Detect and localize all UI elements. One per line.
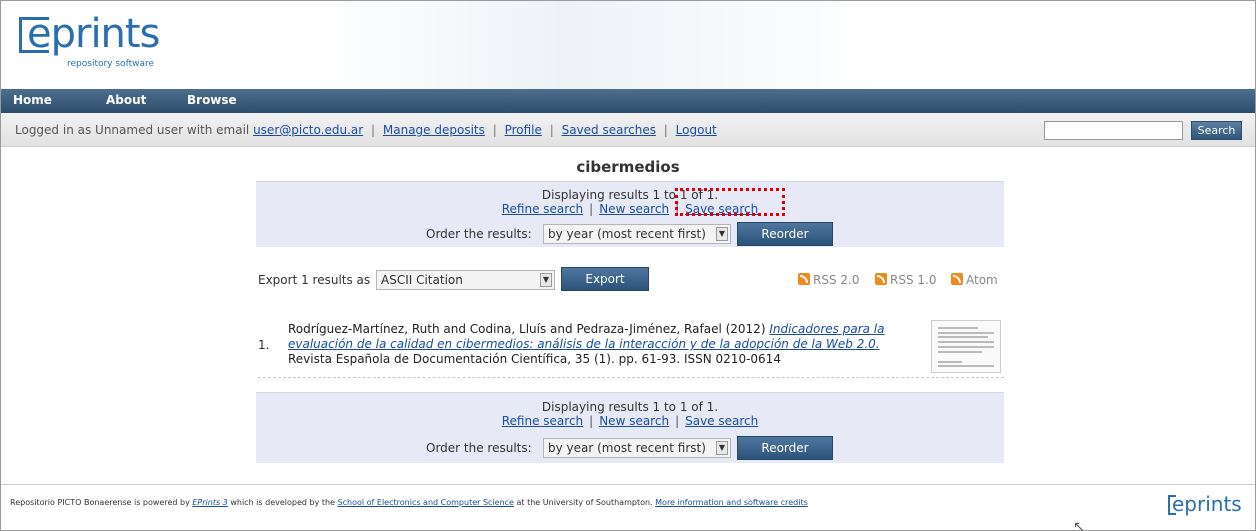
rss1-label: RSS 1.0	[890, 273, 937, 287]
rss2-link[interactable]: RSS 2.0	[798, 273, 859, 287]
saved-searches-link[interactable]: Saved searches	[562, 123, 656, 137]
order-label: Order the results:	[426, 227, 532, 241]
export-format-value: ASCII Citation	[381, 273, 463, 287]
order-select[interactable]: by year (most recent first) ▼	[543, 438, 731, 458]
eprints3-label: EPrints 3	[192, 498, 228, 507]
save-search-link[interactable]: Save search	[685, 202, 758, 216]
eprints-logo[interactable]: eprints repository software	[15, 11, 175, 79]
logo-bracket-icon	[1168, 495, 1176, 515]
chevron-down-icon: ▼	[716, 227, 728, 241]
order-select[interactable]: by year (most recent first) ▼	[543, 224, 731, 244]
rss1-link[interactable]: RSS 1.0	[875, 273, 936, 287]
page-title: cibermedios	[576, 158, 680, 176]
result-item: 1. Rodríguez-Martínez, Ruth and Codina, …	[258, 320, 1004, 378]
result-title-part2: evaluación de la calidad en cibermedios:…	[288, 337, 880, 351]
footer-text-1: Repositorio PICTO Bonaerense is powered …	[10, 498, 190, 507]
footer-text: Repositorio PICTO Bonaerense is powered …	[10, 498, 808, 507]
logout-link[interactable]: Logout	[676, 123, 717, 137]
nav-about[interactable]: About	[106, 93, 146, 107]
nav-browse[interactable]: Browse	[187, 93, 237, 107]
rss-icon	[875, 273, 887, 285]
mouse-cursor-icon: ↖	[1073, 519, 1085, 531]
chevron-down-icon: ▼	[716, 441, 728, 455]
refine-search-link[interactable]: Refine search	[502, 414, 583, 428]
footer-text-2: which is developed by the	[230, 498, 335, 507]
footer-logo-text: eprints	[1172, 492, 1242, 516]
footer-text-3: at the University of Southampton.	[516, 498, 653, 507]
result-thumbnail[interactable]	[931, 320, 1001, 373]
results-count-text: Displaying results 1 to 1 of 1.	[541, 188, 719, 202]
export-label: Export 1 results as	[258, 273, 371, 287]
logo-subtitle: repository software	[67, 59, 155, 69]
chevron-down-icon: ▼	[540, 273, 552, 287]
rss-icon	[798, 273, 810, 285]
export-button[interactable]: Export	[561, 267, 649, 291]
search-input[interactable]	[1044, 121, 1183, 140]
nav-home[interactable]: Home	[13, 93, 52, 107]
user-email-link[interactable]: user@picto.edu.ar	[253, 123, 363, 137]
reorder-button[interactable]: Reorder	[737, 222, 833, 246]
result-number: 1.	[258, 338, 270, 352]
results-controls-top: Displaying results 1 to 1 of 1. Refine s…	[256, 181, 1004, 247]
results-count-text: Displaying results 1 to 1 of 1.	[541, 400, 719, 414]
order-select-value: by year (most recent first)	[548, 441, 706, 455]
rss2-label: RSS 2.0	[813, 273, 860, 287]
logo-text: eprints	[27, 11, 160, 57]
ecs-link[interactable]: School of Electronics and Computer Scien…	[338, 498, 514, 507]
result-authors: Rodríguez-Martínez, Ruth and Codina, Llu…	[288, 322, 766, 336]
atom-label: Atom	[966, 273, 998, 287]
result-title-part1: Indicadores para la	[769, 322, 885, 336]
export-format-select[interactable]: ASCII Citation ▼	[376, 270, 555, 290]
credits-link[interactable]: More information and software credits	[655, 498, 808, 507]
profile-link[interactable]: Profile	[505, 123, 542, 137]
site-header: eprints repository software	[1, 1, 1255, 89]
login-status-text: Logged in as Unnamed user with email	[15, 123, 250, 137]
order-label: Order the results:	[426, 441, 532, 455]
save-search-link[interactable]: Save search	[685, 414, 758, 428]
main-nav: Home About Browse	[1, 89, 1255, 113]
reorder-button[interactable]: Reorder	[737, 436, 833, 460]
footer-eprints-logo[interactable]: eprints	[1168, 492, 1242, 516]
atom-link[interactable]: Atom	[951, 273, 998, 287]
atom-icon	[951, 273, 963, 285]
results-controls-bottom: Displaying results 1 to 1 of 1. Refine s…	[256, 392, 1004, 463]
search-button[interactable]: Search	[1191, 121, 1242, 140]
result-citation: Rodríguez-Martínez, Ruth and Codina, Llu…	[288, 322, 928, 367]
new-search-link[interactable]: New search	[599, 202, 669, 216]
login-bar: Logged in as Unnamed user with email use…	[1, 113, 1255, 147]
footer-divider	[1, 484, 1255, 485]
order-select-value: by year (most recent first)	[548, 227, 706, 241]
result-publication: Revista Española de Documentación Cientí…	[288, 352, 781, 366]
new-search-link[interactable]: New search	[599, 414, 669, 428]
refine-search-link[interactable]: Refine search	[502, 202, 583, 216]
manage-deposits-link[interactable]: Manage deposits	[383, 123, 485, 137]
eprints3-link[interactable]: EPrints 3	[192, 498, 227, 507]
